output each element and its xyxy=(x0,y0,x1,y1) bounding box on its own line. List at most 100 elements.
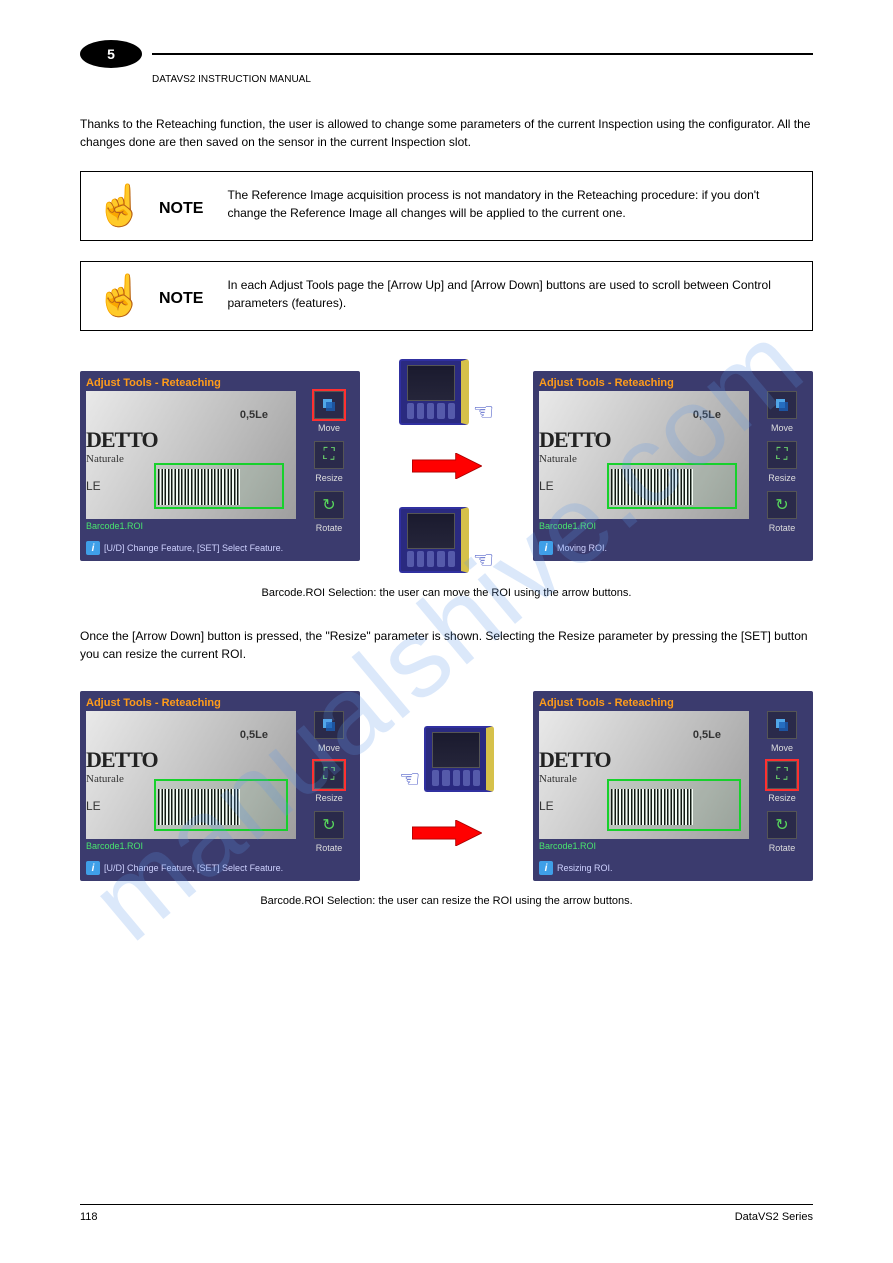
status-text: Resizing ROI. xyxy=(557,863,613,873)
roi-rectangle xyxy=(607,779,741,831)
shot-title: Adjust Tools - Reteaching xyxy=(539,697,807,709)
roi-rectangle xyxy=(154,779,288,831)
screenshot-resize-before: Adjust Tools - Reteaching DETTO Naturale… xyxy=(80,691,360,881)
figure-caption-2: Barcode.ROI Selection: the user can resi… xyxy=(80,895,813,907)
info-icon: i xyxy=(539,861,553,875)
tool-move-label: Move xyxy=(318,423,340,433)
tool-move-button[interactable] xyxy=(314,711,344,739)
note-hand-icon: ☝ xyxy=(95,186,135,226)
label-le: LE xyxy=(86,479,101,493)
pointing-hand-icon: ☞ xyxy=(399,768,421,792)
label-le: LE xyxy=(86,799,101,813)
roi-label: Barcode1.ROI xyxy=(86,521,298,531)
footer-brand: DataVS2 Series xyxy=(735,1211,813,1223)
middle-paragraph: Once the [Arrow Down] button is pressed,… xyxy=(80,627,813,663)
note-text: The Reference Image acquisition process … xyxy=(227,186,794,226)
note-hand-icon: ☝ xyxy=(95,276,135,316)
tool-resize-label: Resize xyxy=(768,793,796,803)
shot-status-bar: i Resizing ROI. xyxy=(539,861,807,875)
shot-status-bar: i [U/D] Change Feature, [SET] Select Fea… xyxy=(86,541,354,555)
label-detto: DETTO xyxy=(86,427,158,453)
figure-caption-1: Barcode.ROI Selection: the user can move… xyxy=(80,587,813,599)
label-le: LE xyxy=(539,479,554,493)
tool-move-button[interactable] xyxy=(314,391,344,419)
shot-image: DETTO Naturale LE 0,5Le xyxy=(539,391,749,519)
tool-rotate-label: Rotate xyxy=(769,523,796,533)
info-icon: i xyxy=(539,541,553,555)
info-icon: i xyxy=(86,861,100,875)
shot-image: DETTO Naturale LE 0,5Le xyxy=(539,711,749,839)
note-box-1: ☝ NOTE The Reference Image acquisition p… xyxy=(80,171,813,241)
note-label: NOTE xyxy=(159,200,203,218)
shot-title: Adjust Tools - Reteaching xyxy=(86,377,354,389)
tool-rotate-label: Rotate xyxy=(316,843,343,853)
red-arrow-icon xyxy=(412,820,482,846)
screenshot-move-after: Adjust Tools - Reteaching DETTO Naturale… xyxy=(533,371,813,561)
tool-move-button[interactable] xyxy=(767,391,797,419)
tool-rotate-label: Rotate xyxy=(769,843,796,853)
device-illustration xyxy=(399,359,469,425)
chapter-number-badge: 5 xyxy=(80,40,142,68)
intro-paragraph: Thanks to the Reteaching function, the u… xyxy=(80,115,813,151)
pointing-hand-icon: ☜ xyxy=(473,401,495,425)
label-naturale: Naturale xyxy=(539,453,577,465)
status-text: [U/D] Change Feature, [SET] Select Featu… xyxy=(104,543,283,553)
tool-rotate-label: Rotate xyxy=(316,523,343,533)
page-number: 118 xyxy=(80,1211,98,1223)
roi-label: Barcode1.ROI xyxy=(539,841,751,851)
screenshot-move-before: Adjust Tools - Reteaching DETTO Naturale… xyxy=(80,371,360,561)
shot-title: Adjust Tools - Reteaching xyxy=(86,697,354,709)
figure-row-2: Adjust Tools - Reteaching DETTO Naturale… xyxy=(80,691,813,881)
tool-move-button[interactable] xyxy=(767,711,797,739)
tool-rotate-button[interactable]: ↻ xyxy=(314,491,344,519)
device-illustration xyxy=(424,726,494,792)
tool-resize-button[interactable]: ⛶ xyxy=(767,441,797,469)
label-naturale: Naturale xyxy=(539,773,577,785)
tool-resize-label: Resize xyxy=(315,793,343,803)
label-bottle-size: 0,5Le xyxy=(240,729,268,741)
screenshot-resize-after: Adjust Tools - Reteaching DETTO Naturale… xyxy=(533,691,813,881)
shot-title: Adjust Tools - Reteaching xyxy=(539,377,807,389)
roi-rectangle xyxy=(607,463,737,509)
pointing-hand-icon: ☜ xyxy=(473,549,495,573)
tool-move-label: Move xyxy=(771,743,793,753)
shot-status-bar: i Moving ROI. xyxy=(539,541,807,555)
shot-image: DETTO Naturale LE 0,5Le xyxy=(86,391,296,519)
tool-rotate-button[interactable]: ↻ xyxy=(314,811,344,839)
label-detto: DETTO xyxy=(539,427,611,453)
tool-resize-button[interactable]: ⛶ xyxy=(767,761,797,789)
shot-status-bar: i [U/D] Change Feature, [SET] Select Fea… xyxy=(86,861,354,875)
note-label: NOTE xyxy=(159,290,203,308)
label-naturale: Naturale xyxy=(86,453,124,465)
chapter-title: DATAVS2 INSTRUCTION MANUAL xyxy=(152,74,813,85)
tool-rotate-button[interactable]: ↻ xyxy=(767,491,797,519)
tool-move-label: Move xyxy=(771,423,793,433)
red-arrow-icon xyxy=(412,453,482,479)
label-bottle-size: 0,5Le xyxy=(240,409,268,421)
status-text: [U/D] Change Feature, [SET] Select Featu… xyxy=(104,863,283,873)
tool-resize-label: Resize xyxy=(315,473,343,483)
label-detto: DETTO xyxy=(539,747,611,773)
tool-resize-button[interactable]: ⛶ xyxy=(314,441,344,469)
label-bottle-size: 0,5Le xyxy=(693,409,721,421)
label-bottle-size: 0,5Le xyxy=(693,729,721,741)
device-illustration xyxy=(399,507,469,573)
header-rule xyxy=(152,53,813,55)
note-text: In each Adjust Tools page the [Arrow Up]… xyxy=(227,276,794,316)
tool-resize-label: Resize xyxy=(768,473,796,483)
chapter-header: 5 xyxy=(80,40,813,68)
figure-row-1: Adjust Tools - Reteaching DETTO Naturale… xyxy=(80,359,813,573)
tool-resize-button[interactable]: ⛶ xyxy=(314,761,344,789)
label-detto: DETTO xyxy=(86,747,158,773)
label-le: LE xyxy=(539,799,554,813)
label-naturale: Naturale xyxy=(86,773,124,785)
tool-rotate-button[interactable]: ↻ xyxy=(767,811,797,839)
shot-image: DETTO Naturale LE 0,5Le xyxy=(86,711,296,839)
roi-rectangle xyxy=(154,463,284,509)
status-text: Moving ROI. xyxy=(557,543,607,553)
page-footer: 118 DataVS2 Series xyxy=(80,1204,813,1223)
tool-move-label: Move xyxy=(318,743,340,753)
info-icon: i xyxy=(86,541,100,555)
roi-label: Barcode1.ROI xyxy=(86,841,298,851)
note-box-2: ☝ NOTE In each Adjust Tools page the [Ar… xyxy=(80,261,813,331)
